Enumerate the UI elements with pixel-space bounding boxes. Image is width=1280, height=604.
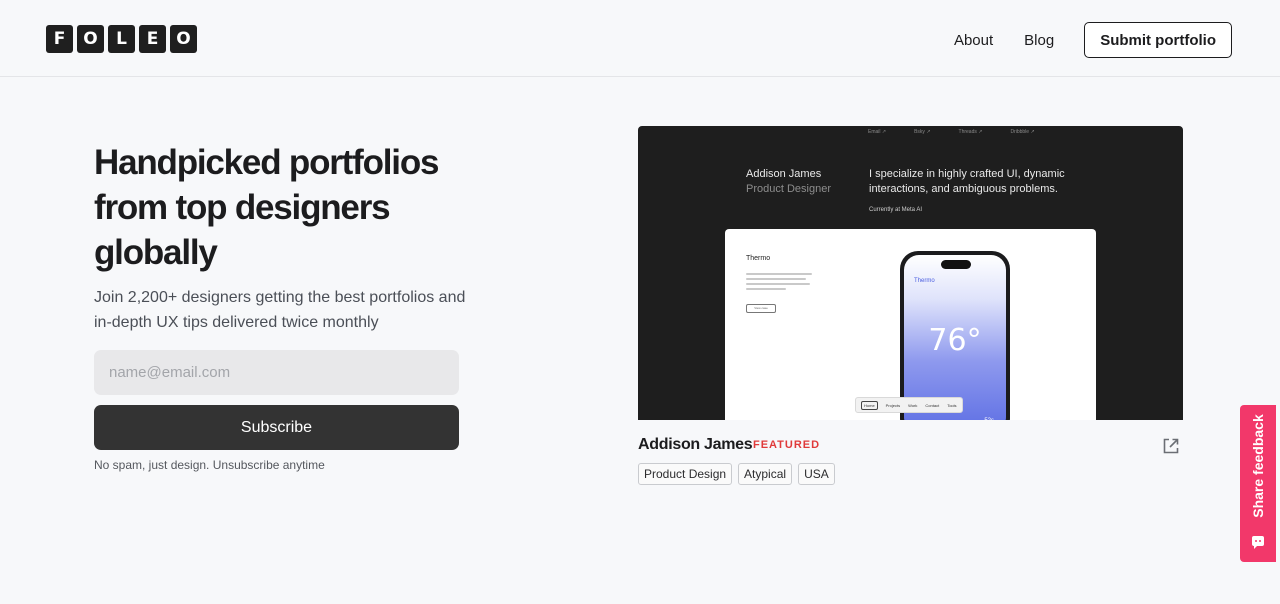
external-link-icon[interactable] bbox=[1162, 437, 1180, 455]
preview-project-card: Thermo View case Thermo 76° 52s Home Pro… bbox=[725, 229, 1096, 420]
hero-subtitle: Join 2,200+ designers getting the best p… bbox=[94, 289, 466, 331]
preview-card-text bbox=[746, 273, 812, 293]
preview-toolbar: Home Projects Work Contact Tools bbox=[855, 397, 963, 413]
featured-designer-name[interactable]: Addison James bbox=[638, 436, 753, 454]
logo-letter: O bbox=[77, 25, 104, 53]
phone-mockup: Thermo 76° 52s bbox=[900, 251, 1010, 420]
phone-temperature: 76° bbox=[928, 323, 982, 358]
phone-app-name: Thermo bbox=[914, 278, 935, 284]
share-feedback-tab[interactable]: Share feedback bbox=[1240, 405, 1276, 562]
preview-current-role: Currently at Meta AI bbox=[869, 207, 923, 213]
preview-toolbar-item: Tools bbox=[947, 402, 957, 408]
tag-product-design[interactable]: Product Design bbox=[638, 463, 733, 485]
preview-nav-item: Bsky ↗ bbox=[914, 129, 931, 135]
tag-list: Product Design Atypical USA bbox=[638, 463, 835, 485]
email-input[interactable] bbox=[94, 350, 459, 395]
preview-designer-name: Addison James bbox=[746, 168, 822, 180]
no-spam-note: No spam, just design. Unsubscribe anytim… bbox=[94, 458, 325, 472]
share-feedback-label: Share feedback bbox=[1250, 414, 1266, 518]
phone-small-value: 52s bbox=[984, 418, 994, 420]
preview-nav-item: Email ↗ bbox=[868, 129, 887, 135]
preview-designer-role: Product Designer bbox=[746, 183, 831, 195]
logo-letter: L bbox=[108, 25, 135, 53]
hero-title: Handpicked portfolios from top designers… bbox=[94, 143, 439, 272]
featured-badge: FEATURED bbox=[753, 439, 821, 451]
preview-nav-item: Threads ↗ bbox=[958, 129, 983, 135]
preview-nav-item: Dribbble ↗ bbox=[1010, 129, 1035, 135]
site-header: F O L E O About Blog Submit portfolio bbox=[0, 0, 1280, 77]
nav-link-about[interactable]: About bbox=[954, 32, 993, 49]
logo-letter: F bbox=[46, 25, 73, 53]
chat-bubble-icon bbox=[1251, 535, 1265, 549]
preview-toolbar-item: Projects bbox=[885, 402, 901, 408]
preview-card-title: Thermo bbox=[746, 255, 771, 262]
submit-portfolio-button[interactable]: Submit portfolio bbox=[1084, 22, 1232, 58]
preview-bio: I specialize in highly crafted UI, dynam… bbox=[869, 168, 1065, 195]
dynamic-island bbox=[941, 260, 971, 269]
preview-card-button-label: View case bbox=[754, 306, 768, 310]
nav-link-blog[interactable]: Blog bbox=[1024, 32, 1054, 49]
foleo-logo[interactable]: F O L E O bbox=[46, 25, 197, 53]
tag-atypical[interactable]: Atypical bbox=[738, 463, 793, 485]
preview-toolbar-item: Contact bbox=[925, 402, 940, 408]
subscribe-button[interactable]: Subscribe bbox=[94, 405, 459, 450]
tag-usa[interactable]: USA bbox=[798, 463, 835, 485]
preview-card-button: View case bbox=[746, 304, 776, 313]
logo-letter: O bbox=[170, 25, 197, 53]
preview-nav: Email ↗ Bsky ↗ Threads ↗ Dribbble ↗ bbox=[868, 129, 1035, 135]
preview-toolbar-item: Work bbox=[908, 402, 918, 408]
logo-letter: E bbox=[139, 25, 166, 53]
phone-screen: Thermo 76° 52s bbox=[904, 255, 1006, 420]
main-nav: About Blog Submit portfolio bbox=[954, 22, 1232, 58]
preview-toolbar-item: Home bbox=[861, 400, 878, 410]
portfolio-preview-image[interactable]: Email ↗ Bsky ↗ Threads ↗ Dribbble ↗ Addi… bbox=[638, 126, 1183, 420]
